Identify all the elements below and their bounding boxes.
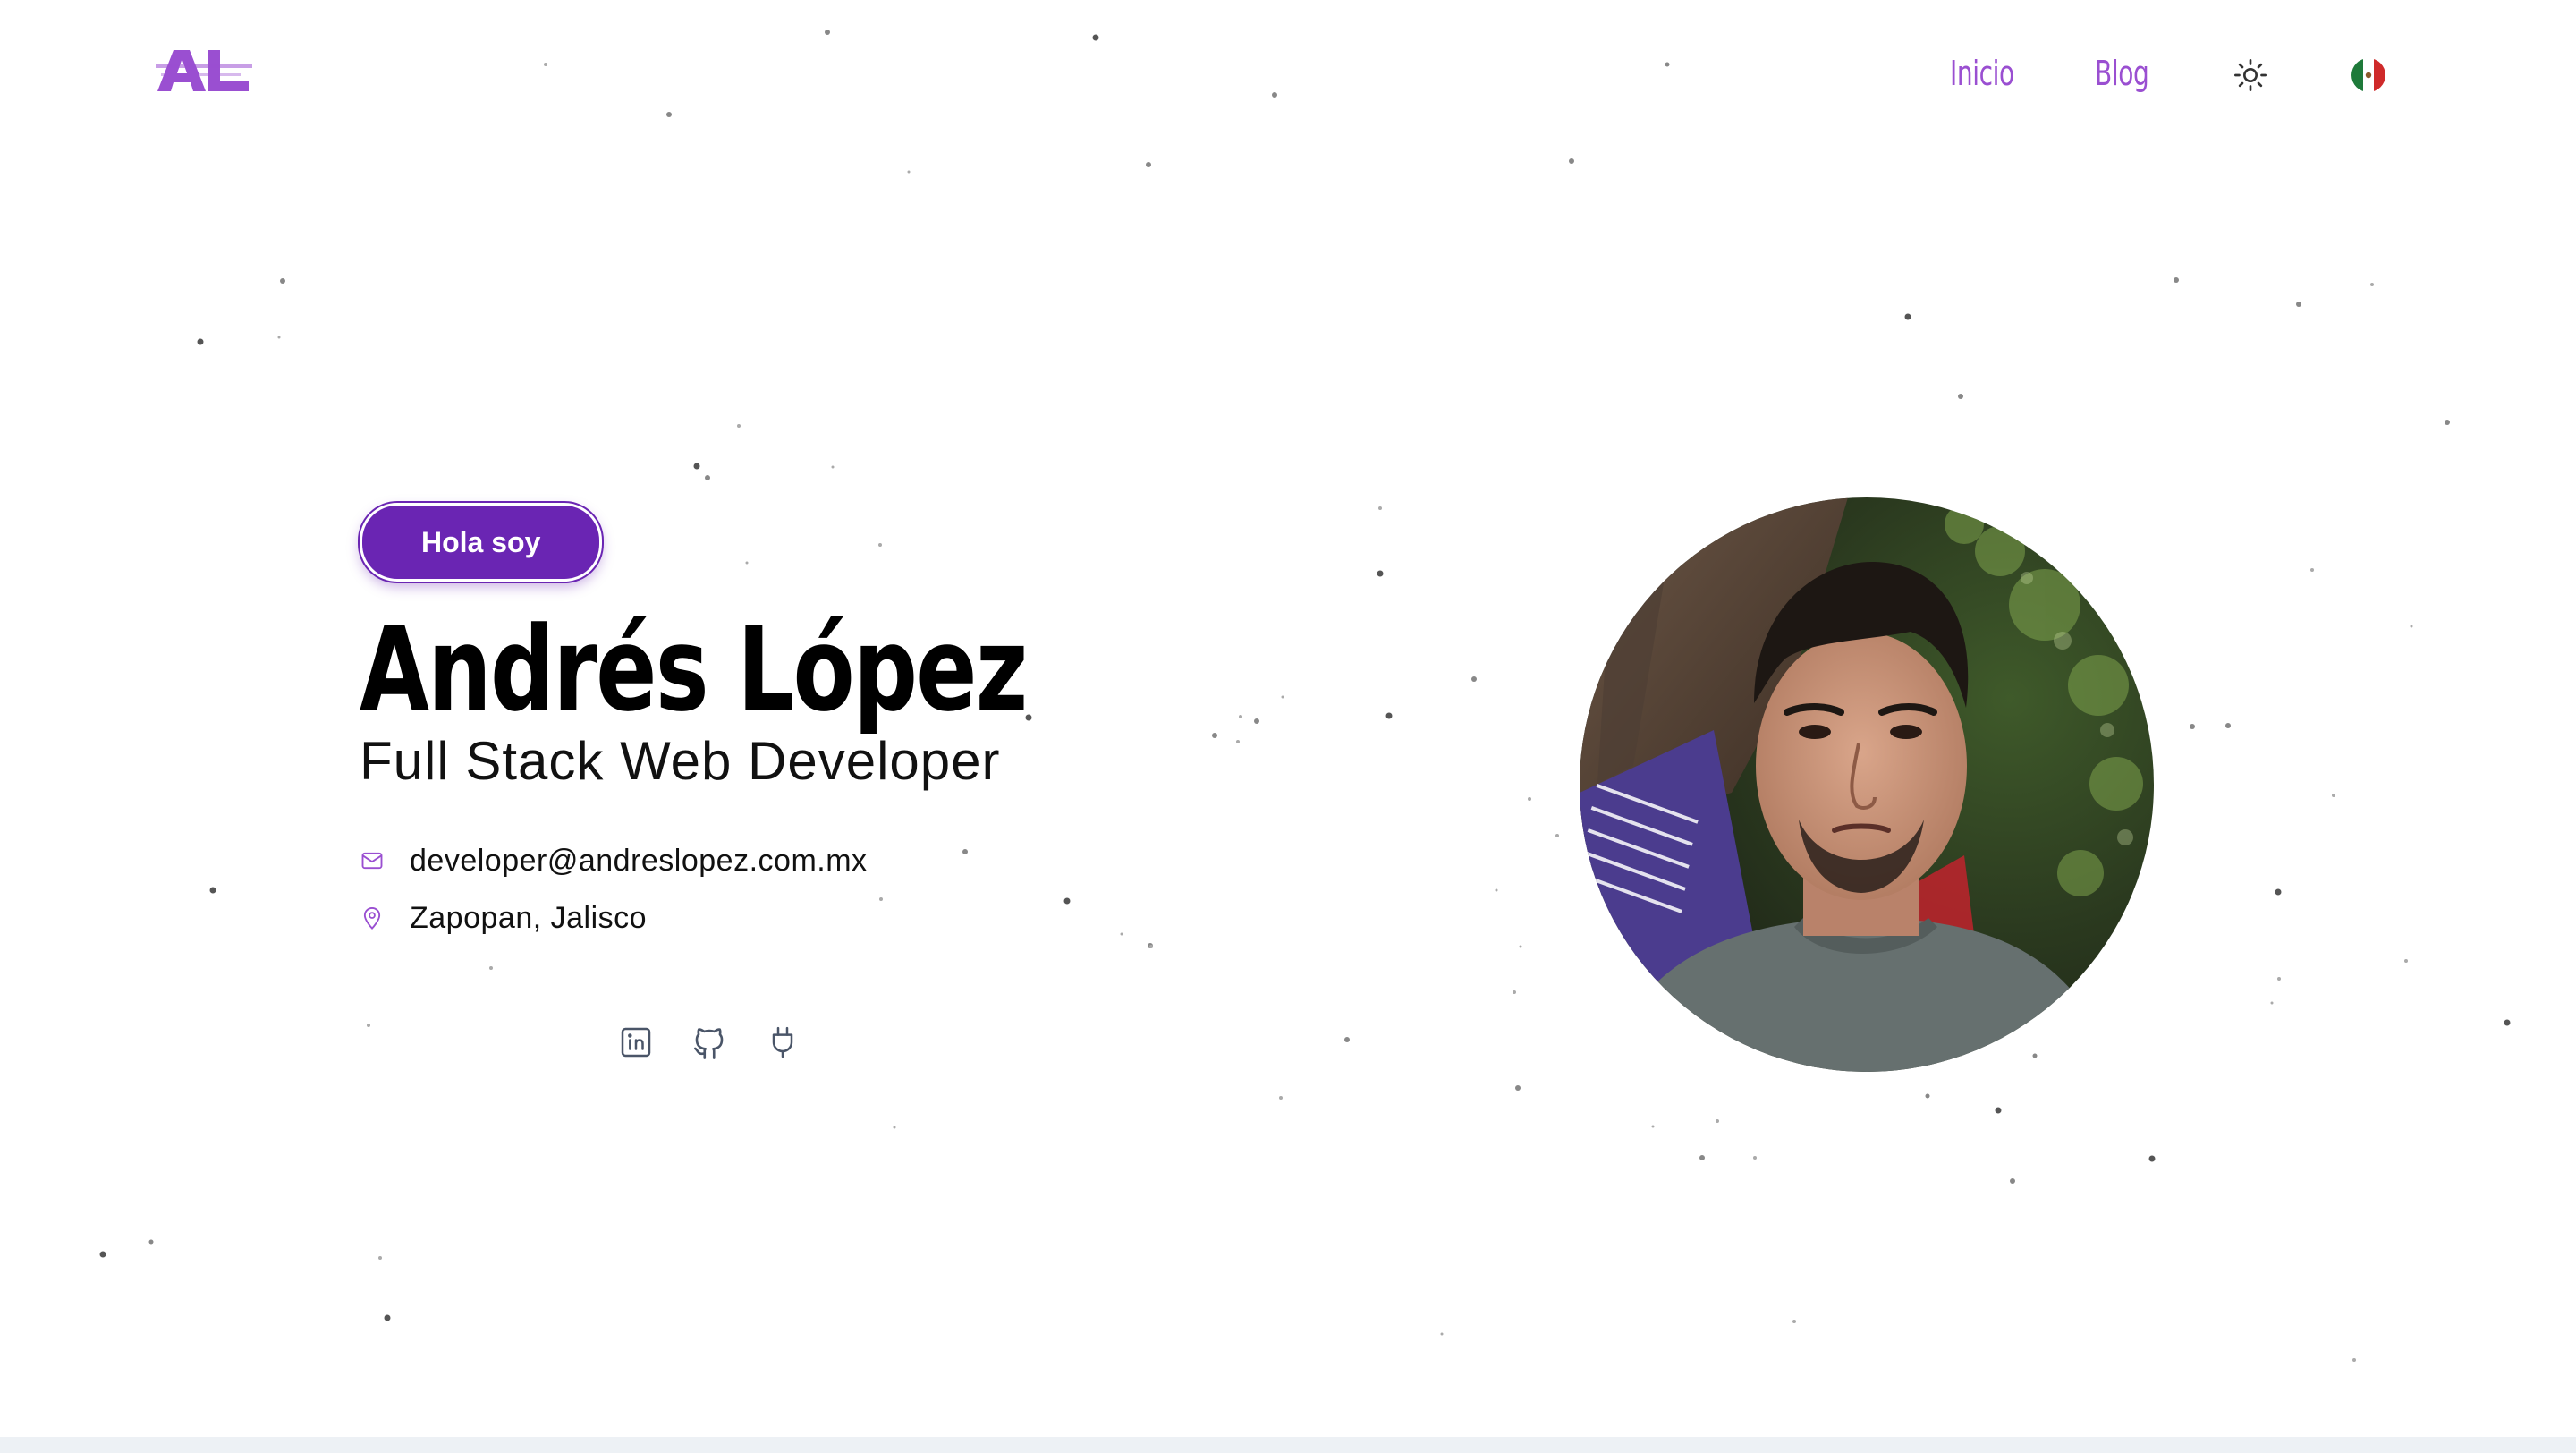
particle — [1092, 34, 1099, 41]
hero-role: Full Stack Web Developer — [360, 731, 1001, 791]
particle — [489, 966, 493, 970]
particle — [2332, 794, 2335, 797]
particle — [2174, 277, 2179, 283]
particle — [1958, 394, 1963, 399]
particle — [1528, 797, 1531, 801]
nav-link-blog[interactable]: Blog — [2095, 47, 2149, 100]
particle — [2275, 888, 2282, 896]
particle — [2370, 283, 2374, 286]
language-toggle-button[interactable] — [2349, 55, 2388, 95]
profile-photo — [1580, 497, 2154, 1072]
location-text: Zapopan, Jalisco — [410, 900, 648, 935]
particle — [2225, 723, 2231, 728]
plug-link[interactable] — [764, 1024, 801, 1061]
particle — [2410, 625, 2413, 628]
particle — [1515, 1085, 1521, 1091]
particle — [1146, 162, 1151, 167]
linkedin-link[interactable] — [617, 1024, 655, 1061]
particle — [197, 338, 204, 345]
contact-email[interactable]: developer@andreslopez.com.mx — [360, 841, 1254, 880]
map-pin-icon — [360, 905, 385, 930]
particle — [1519, 945, 1522, 948]
main-nav: Inicio Blog — [1923, 47, 2424, 100]
logo[interactable] — [156, 47, 252, 95]
particle — [2148, 1155, 2156, 1162]
particle — [1272, 92, 1277, 98]
particle — [893, 1126, 896, 1129]
particle — [1378, 506, 1382, 510]
particle — [1904, 313, 1911, 320]
page: Inicio Blog Hola soy Andrés López Full S… — [0, 0, 2576, 1453]
particle — [1279, 1096, 1283, 1100]
particle — [1792, 1320, 1796, 1323]
particle — [2190, 724, 2195, 729]
hero-name: Andrés López — [360, 601, 1028, 737]
particle — [2277, 977, 2281, 981]
section-divider — [0, 1437, 2576, 1453]
particle — [99, 1251, 106, 1258]
particle — [2032, 1053, 2038, 1058]
particle — [2270, 1001, 2274, 1005]
nav-link-inicio[interactable]: Inicio — [1950, 47, 2014, 100]
particle — [1385, 712, 1393, 719]
particle — [1569, 158, 1574, 164]
particle — [1471, 676, 1477, 682]
particle — [907, 170, 911, 174]
particle — [1281, 695, 1284, 699]
sun-icon — [2234, 59, 2267, 91]
particle — [1254, 718, 1259, 724]
mail-icon — [360, 848, 385, 873]
particle — [1716, 1119, 1719, 1123]
particle — [378, 1256, 382, 1260]
particle — [277, 336, 281, 339]
social-links — [617, 1024, 801, 1061]
particle — [1495, 888, 1498, 892]
plug-icon — [772, 1026, 793, 1058]
particle — [209, 887, 216, 894]
github-icon — [693, 1028, 724, 1059]
particle — [737, 424, 741, 428]
particle — [1665, 62, 1670, 67]
particle — [831, 465, 835, 469]
particle — [705, 475, 710, 480]
particle — [1699, 1155, 1705, 1160]
particle — [1995, 1107, 2002, 1114]
particle — [367, 1024, 370, 1027]
particle — [666, 112, 672, 117]
particle — [693, 463, 700, 470]
particle — [1555, 834, 1559, 837]
particle — [1925, 1093, 1930, 1099]
particle — [1753, 1156, 1757, 1160]
particle — [2504, 1019, 2511, 1026]
particle — [2310, 568, 2314, 572]
theme-toggle-button[interactable] — [2229, 54, 2272, 97]
particle — [2352, 1358, 2356, 1362]
particle — [2296, 302, 2301, 307]
particle — [544, 63, 547, 66]
particle — [2404, 959, 2408, 963]
particle — [148, 1239, 154, 1245]
particle — [1651, 1125, 1655, 1128]
particle — [1377, 570, 1384, 577]
particle — [2010, 1178, 2015, 1184]
contact-info: developer@andreslopez.com.mx Zapopan, Ja… — [360, 841, 1254, 938]
particle — [1440, 1332, 1444, 1336]
particle — [825, 30, 830, 35]
github-link[interactable] — [691, 1024, 728, 1061]
mexico-flag-icon — [2351, 58, 2385, 92]
particle — [2445, 420, 2450, 425]
hero-intro: Hola soy Andrés López Full Stack Web Dev… — [357, 501, 1254, 956]
particle — [384, 1314, 391, 1321]
linkedin-icon — [621, 1027, 651, 1058]
greeting-badge: Hola soy — [357, 501, 605, 583]
contact-location: Zapopan, Jalisco — [360, 898, 1254, 938]
particle — [1344, 1037, 1350, 1042]
particle — [1513, 990, 1516, 994]
particle — [280, 278, 285, 284]
email-text: developer@andreslopez.com.mx — [410, 843, 868, 878]
